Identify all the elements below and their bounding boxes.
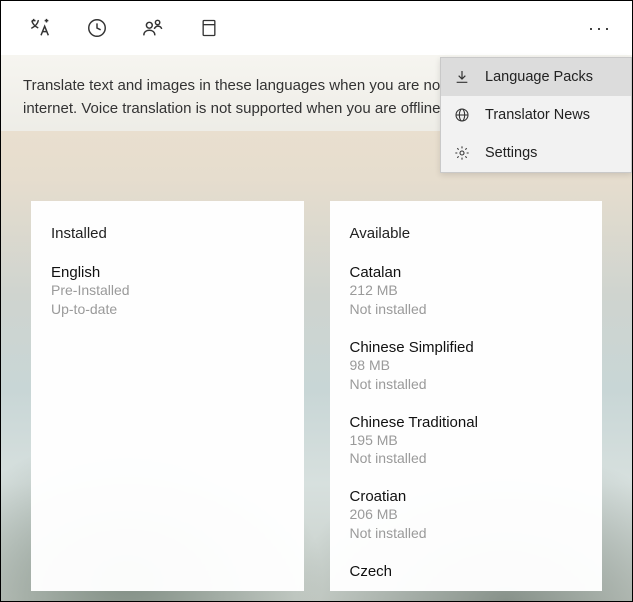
conversation-icon [141,17,165,39]
language-status: Not installed [350,524,583,543]
language-item[interactable]: English Pre-Installed Up-to-date [51,264,284,319]
phrasebook-tab[interactable] [181,1,237,55]
history-tab[interactable] [69,1,125,55]
menu-item-settings[interactable]: Settings [441,134,631,172]
language-size: 195 MB [350,431,583,450]
language-name: Czech [350,563,583,580]
menu-item-label: Language Packs [485,69,593,85]
toolbar: ··· [1,1,632,55]
language-name: Catalan [350,264,583,281]
language-name: English [51,264,284,281]
available-heading: Available [350,225,583,242]
language-item[interactable]: Chinese Traditional 195 MB Not installed [350,414,583,469]
globe-icon [453,106,471,124]
translate-icon [30,17,52,39]
installed-card: Installed English Pre-Installed Up-to-da… [31,201,304,591]
phrasebook-icon [199,17,219,39]
installed-heading: Installed [51,225,284,242]
menu-item-label: Translator News [485,107,590,123]
gear-icon [453,144,471,162]
language-item[interactable]: Catalan 212 MB Not installed [350,264,583,319]
language-size: 206 MB [350,505,583,524]
language-size: 212 MB [350,281,583,300]
language-status: Not installed [350,375,583,394]
language-name: Chinese Simplified [350,339,583,356]
more-menu: Language Packs Translator News Settings [440,57,632,173]
history-icon [86,17,108,39]
language-status: Pre-Installed [51,281,284,300]
download-icon [453,68,471,86]
language-size: 98 MB [350,356,583,375]
menu-item-language-packs[interactable]: Language Packs [441,58,631,96]
language-update: Up-to-date [51,300,284,319]
language-item[interactable]: Chinese Simplified 98 MB Not installed [350,339,583,394]
conversation-tab[interactable] [125,1,181,55]
language-item[interactable]: Czech [350,563,583,580]
language-name: Chinese Traditional [350,414,583,431]
language-item[interactable]: Croatian 206 MB Not installed [350,488,583,543]
language-status: Not installed [350,449,583,468]
language-status: Not installed [350,300,583,319]
menu-item-label: Settings [485,145,537,161]
more-button[interactable]: ··· [580,18,620,39]
available-card: Available Catalan 212 MB Not installed C… [330,201,603,591]
translate-tab[interactable] [13,1,69,55]
menu-item-translator-news[interactable]: Translator News [441,96,631,134]
content-area: Installed English Pre-Installed Up-to-da… [31,201,602,591]
language-name: Croatian [350,488,583,505]
